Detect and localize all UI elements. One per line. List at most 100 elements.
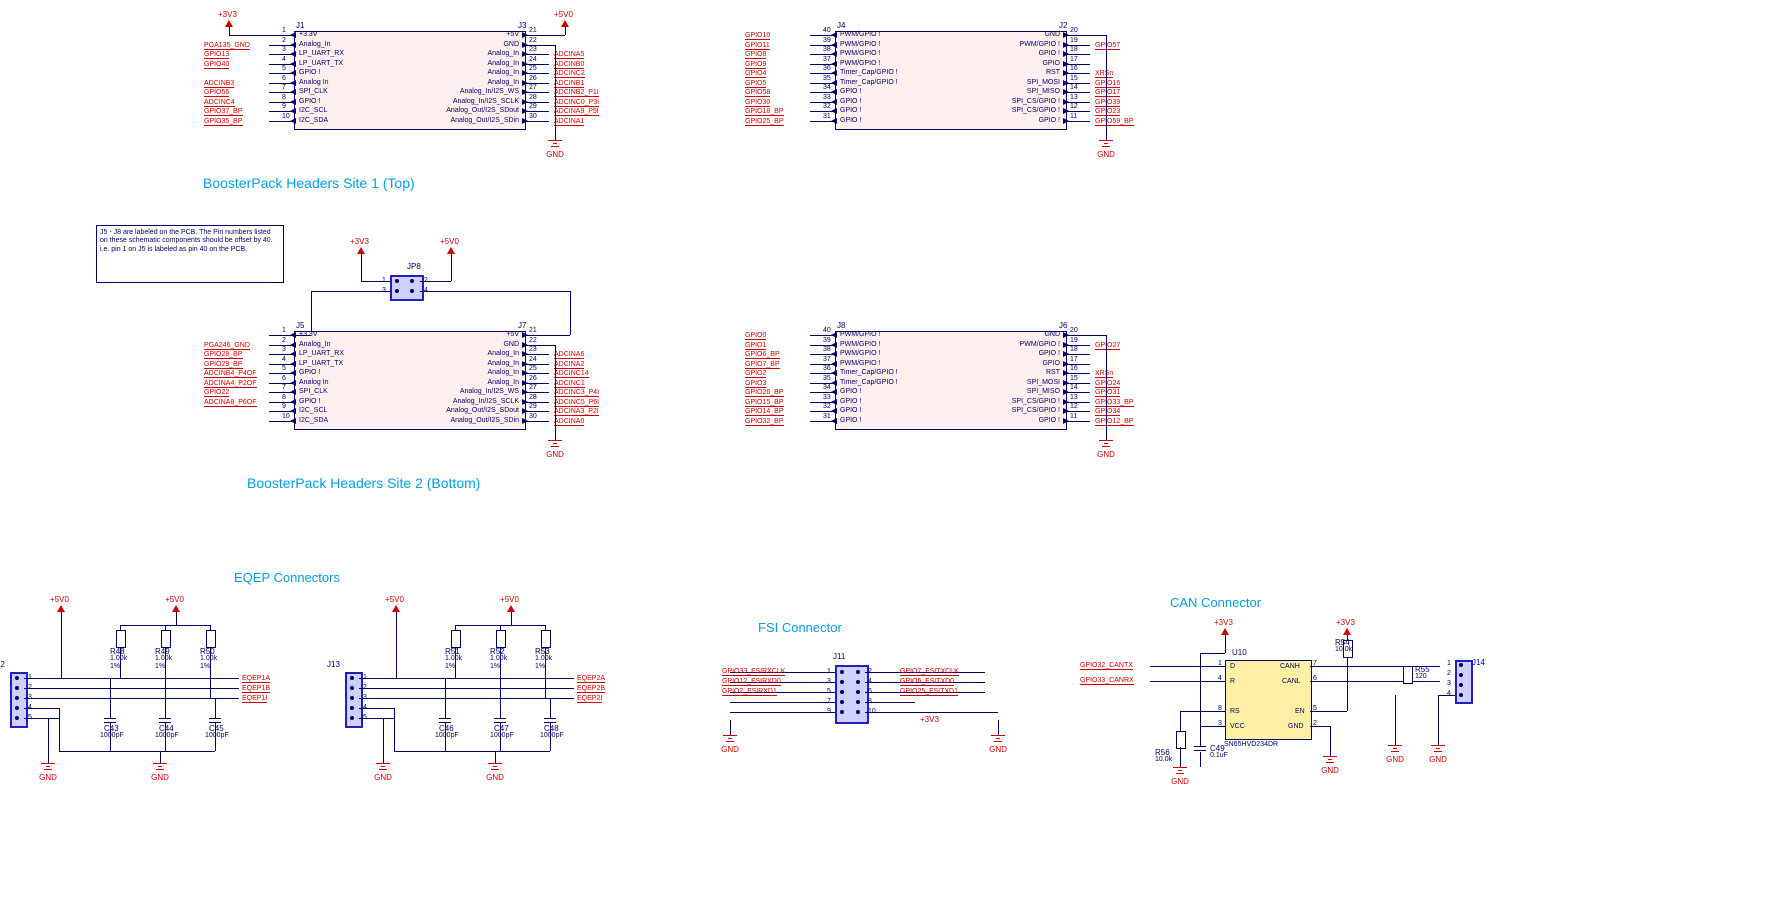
r56-val: 10.0k [1155,756,1172,763]
w-can-rx [1150,681,1225,682]
j2-ref: J2 [1059,21,1067,30]
w-3v3-j1-v [229,27,230,35]
j7-ref: J7 [518,321,526,330]
pwr-3v3-jp8: +3V3 [350,237,369,246]
w-jp8-to-j5-h [311,291,361,292]
w-r56-v [1180,711,1181,731]
gnd-j14-lab: GND [1428,755,1448,764]
j14-d2 [1459,673,1463,677]
pwr-5v0-j3: +5V0 [554,10,573,19]
note-box: J5 - J8 are labeled on the PCB. The Pin … [96,225,284,283]
w-jp8-to-j7-h [451,291,570,292]
j3-ref: J3 [518,21,526,30]
w-r54-v2 [1347,635,1348,640]
u10-r: R [1230,678,1235,685]
can-tx: GPIO32_CANTX [1080,662,1133,670]
u10-vcc: VCC [1230,723,1245,730]
w-canl-gnd-v [1395,695,1396,745]
j14-d4 [1459,693,1463,697]
jp8-ref: JP8 [407,262,421,271]
gnd-j2-lab: GND [1096,150,1116,159]
w-fsi-gnd-r-v [998,720,999,735]
j14-1: 1 [1447,660,1451,667]
w-jp8-3v3-v [361,254,362,281]
c49-val: 0.1uF [1210,752,1228,759]
j11-ref: J11 [833,652,845,661]
u10-ref: U10 [1232,648,1247,657]
jp8-d2 [410,279,414,283]
pwr-5v0-jp8: +5V0 [440,237,459,246]
w-c49-v2 [1200,752,1201,767]
w-j7-gnd-h [525,345,555,346]
jp8-d4 [410,289,414,293]
pwr-arr-3v3-jp8 [357,247,365,254]
r56 [1176,731,1186,749]
w-c49-v [1200,726,1201,746]
w-jp8-3-h [361,291,390,292]
j14-d1 [1459,663,1463,667]
w-j2-gnd-h [1066,35,1106,36]
w-en [1310,711,1347,712]
j14-conn [1455,660,1473,704]
j6-ref: J6 [1059,321,1067,330]
pwr-arr-3v3-j1 [225,20,233,27]
u10-en: EN [1295,708,1305,715]
gnd-u10 [1320,756,1340,763]
fsi-gnd-r [988,735,1008,742]
w-j14-gnd-h [1438,695,1455,696]
j11-conn [835,665,869,724]
w-jp8-to-j7-v [570,291,571,335]
w-can-tx [1150,666,1225,667]
w-jp8-5v0-h [420,281,451,282]
pwr-arr-5v0-j3 [561,20,569,27]
w-j3-gnd-h [525,45,555,46]
title-eqep: EQEP Connectors [234,570,340,585]
w-can-vcc-link [1200,653,1201,726]
pwr-3v3-j1: +3V3 [218,10,237,19]
gnd-j3-lab: GND [545,150,565,159]
j14-ref: J14 [1472,658,1485,667]
w-jp8-to-j5-v [311,291,312,335]
c49 [1194,746,1206,751]
u10-d: D [1230,663,1235,670]
j14-2: 2 [1447,670,1451,677]
w-u10-gnd [1310,726,1330,727]
r55-val: 120 [1415,673,1427,680]
j5-ref: J5 [296,321,304,330]
fsi-gnd-l [720,735,740,742]
title-site2: BoosterPack Headers Site 2 (Bottom) [247,475,480,491]
w-jp8-5v0-v [451,254,452,281]
w-j7-gnd-v [555,345,556,440]
title-site1: BoosterPack Headers Site 1 (Top) [203,175,415,191]
j1-ref: J1 [296,21,304,30]
w-jp8-3v3-h [361,281,390,282]
w-jp8-4-h [420,291,451,292]
w-j3-gnd-v [555,45,556,140]
w-can-3v3-l-h1 [1200,653,1225,654]
pwr-can-3v3-r: +3V3 [1336,618,1355,627]
fsi-gnd-r-lab: GND [988,745,1008,754]
w-5v0-j3-v [565,27,566,35]
j4-ref: J4 [837,21,845,30]
gnd-canl [1385,745,1405,752]
gnd-j2 [1096,140,1116,147]
w-j6-gnd-v [1106,335,1107,440]
u10-pn: SN65HVD234DR [1224,741,1278,748]
jp8-d3 [395,289,399,293]
j8-ref: J8 [837,321,845,330]
r54-val: 10.0k [1335,646,1352,653]
w-can-3v3-l-v [1225,635,1226,653]
gnd-j7 [545,440,565,447]
pwr-arr-can-l [1221,628,1229,635]
j14-3: 3 [1447,680,1451,687]
w-r56-v2 [1180,747,1181,767]
jp8-d1 [395,279,399,283]
pwr-fsi-3v3: +3V3 [920,715,939,724]
j14-d3 [1459,683,1463,687]
w-fsi-gnd-l-v [730,720,731,735]
pwr-arr-5v0-jp8 [447,247,455,254]
gnd-j3 [545,140,565,147]
u10-canh: CANH [1280,663,1300,670]
gnd-u10-lab: GND [1320,766,1340,775]
title-fsi: FSI Connector [758,620,842,635]
